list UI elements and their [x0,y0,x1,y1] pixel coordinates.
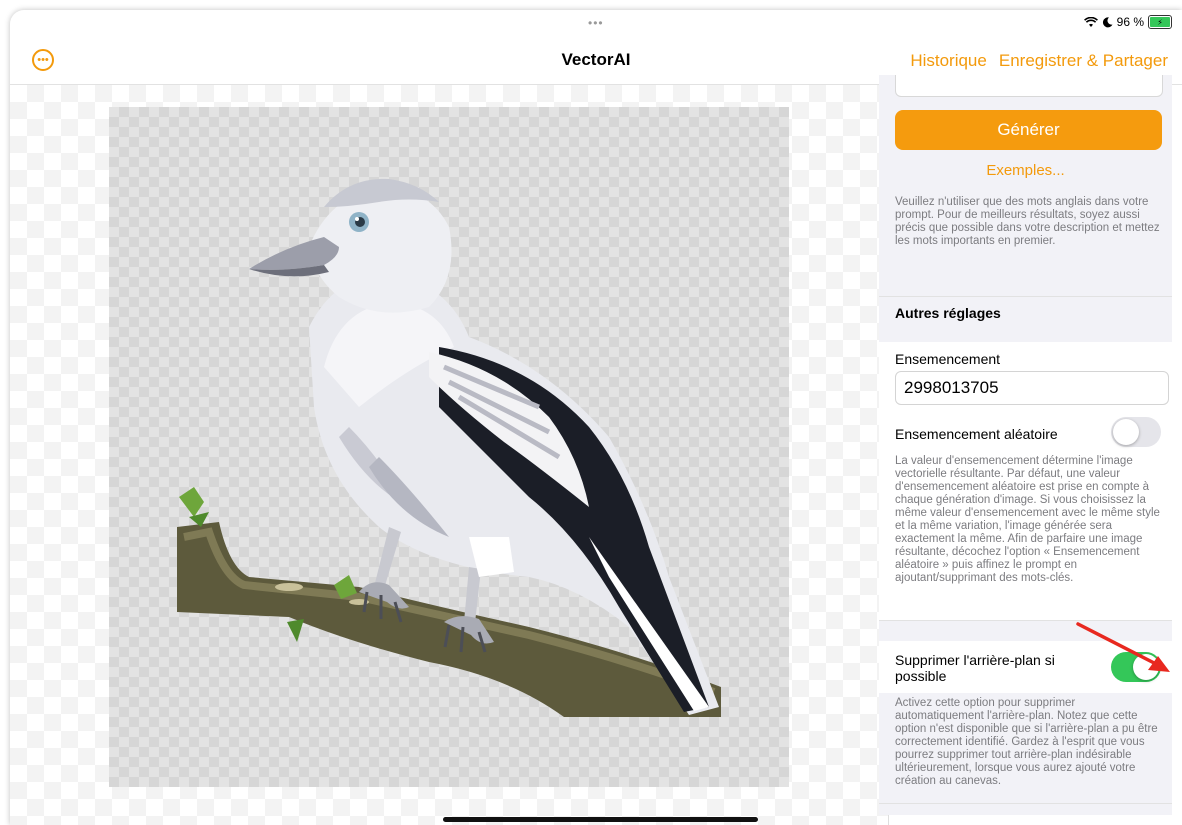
history-button[interactable]: Historique [910,51,987,71]
crow [249,178,719,715]
battery-icon: ⚡ [1148,15,1172,29]
generated-image[interactable] [109,107,789,787]
toggle-knob [1133,654,1159,680]
divider [879,296,1172,297]
prompt-help-text: Veuillez n'utiliser que des mots anglais… [895,196,1160,247]
section-title-other-settings: Autres réglages [895,305,1001,321]
status-indicators: 96 % ⚡ [1083,15,1172,29]
canvas-area[interactable] [10,85,889,825]
multitasking-dots[interactable]: ••• [588,16,604,30]
battery-charging-icon: ⚡ [1150,17,1170,27]
divider [879,620,1172,621]
battery-percent: 96 % [1116,15,1144,29]
seed-input[interactable] [895,371,1169,405]
toggle-knob [1113,419,1139,445]
save-share-button[interactable]: Enregistrer & Partager [999,51,1168,71]
remove-background-label: Supprimer l'arrière-plan si possible [895,652,1055,684]
status-bar: ••• 96 % ⚡ [10,10,1182,36]
wifi-icon [1083,16,1098,27]
seed-label: Ensemencement [895,351,1001,367]
generate-button[interactable]: Générer [895,110,1162,150]
prompt-field[interactable] [895,75,1163,97]
nav-actions: Historique Enregistrer & Partager [910,51,1168,71]
seed-help-text: La valeur d'ensemencement détermine l'im… [895,455,1160,584]
divider [879,803,1172,804]
examples-link[interactable]: Exemples... [879,162,1172,179]
remove-background-group: Supprimer l'arrière-plan si possible [879,641,1172,693]
random-seed-label: Ensemencement aléatoire [895,426,1058,442]
remove-background-toggle[interactable] [1111,652,1161,682]
moon-icon [1102,16,1113,27]
settings-panel[interactable]: Générer Exemples... Veuillez n'utiliser … [879,75,1172,815]
random-seed-toggle[interactable] [1111,417,1161,447]
remove-background-help-text: Activez cette option pour supprimer auto… [895,697,1158,787]
home-indicator[interactable] [443,817,758,822]
crow-illustration [177,178,721,717]
